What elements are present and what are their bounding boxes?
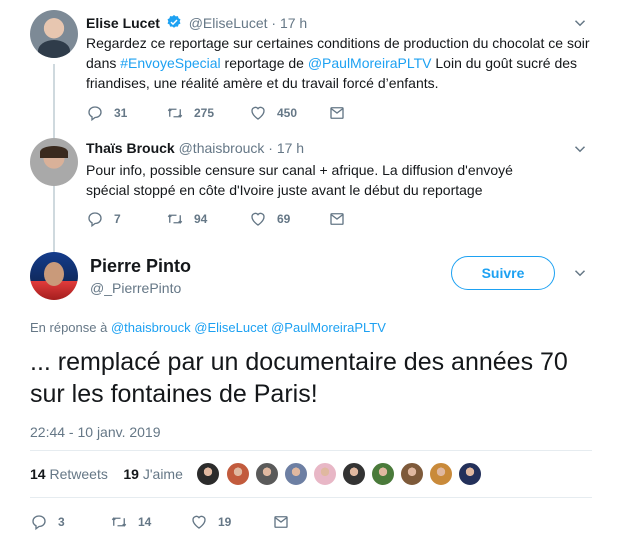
avatar[interactable]	[30, 10, 78, 58]
mention-link[interactable]: @EliseLucet	[194, 320, 267, 335]
tweet-text: Pour info, possible censure sur canal + …	[86, 162, 513, 198]
divider	[30, 450, 592, 451]
retweet-count: 94	[194, 212, 208, 226]
heart-icon	[192, 515, 206, 529]
like-count: 450	[277, 106, 298, 120]
likes-stat-label: J'aime	[142, 466, 183, 482]
like-button[interactable]: 19	[190, 513, 231, 531]
liker-avatar[interactable]	[458, 462, 482, 486]
tweet-time[interactable]: · 17 h	[268, 140, 304, 156]
liker-avatar[interactable]	[429, 462, 453, 486]
verified-badge-icon	[167, 15, 181, 28]
mention-link[interactable]: @PaulMoreiraPLTV	[308, 55, 432, 71]
hashtag-link[interactable]: #EnvoyeSpecial	[120, 55, 220, 71]
reply-count: 7	[114, 212, 121, 226]
engagement-stats: 14 Retweets 19 J'aime	[30, 466, 183, 482]
reply-icon	[88, 106, 102, 122]
reply-icon	[32, 515, 46, 531]
liker-avatar[interactable]	[255, 462, 279, 486]
reply-button[interactable]: 3	[30, 513, 65, 531]
tweet-header: Thaïs Brouck @thaisbrouck · 17 h	[86, 140, 304, 156]
likes-stat[interactable]: 19 J'aime	[123, 466, 183, 482]
reply-icon	[88, 212, 102, 228]
reply-button[interactable]: 7	[86, 210, 121, 228]
retweets-stat[interactable]: 14 Retweets	[30, 466, 108, 482]
liker-avatar[interactable]	[284, 462, 308, 486]
reply-count: 3	[58, 515, 65, 529]
retweet-count: 275	[194, 106, 215, 120]
author-handle[interactable]: @thaisbrouck	[179, 140, 265, 156]
liker-avatar[interactable]	[400, 462, 424, 486]
envelope-icon	[330, 107, 344, 119]
mention-link[interactable]: @thaisbrouck	[111, 320, 191, 335]
chevron-down-icon[interactable]	[571, 140, 589, 158]
message-button[interactable]	[328, 210, 346, 228]
envelope-icon	[330, 213, 344, 225]
heart-icon	[251, 106, 265, 120]
tweet-time[interactable]: · 17 h	[271, 15, 307, 31]
author-handle[interactable]: @_PierrePinto	[90, 280, 181, 296]
retweets-stat-label: Retweets	[49, 466, 108, 482]
heart-icon	[251, 212, 265, 226]
retweet-button[interactable]: 14	[110, 513, 151, 531]
author-handle[interactable]: @EliseLucet	[189, 15, 268, 31]
retweet-count: 14	[138, 515, 152, 529]
like-button[interactable]: 69	[249, 210, 290, 228]
like-count: 19	[218, 515, 232, 529]
follow-button[interactable]: Suivre	[451, 256, 555, 290]
retweet-icon	[167, 214, 183, 224]
message-button[interactable]	[272, 513, 290, 531]
envelope-icon	[274, 516, 288, 528]
retweet-icon	[111, 517, 127, 527]
like-count: 69	[277, 212, 291, 226]
divider	[30, 497, 592, 498]
reply-button[interactable]: 31	[86, 104, 127, 122]
tweet-header: Elise Lucet @EliseLucet · 17 h	[86, 14, 307, 31]
liker-avatar[interactable]	[196, 462, 220, 486]
avatar[interactable]	[30, 138, 78, 186]
tweet-text: Regardez ce reportage sur certaines cond…	[86, 33, 592, 93]
reply-prefix: En réponse à	[30, 320, 108, 335]
mention-link[interactable]: @PaulMoreiraPLTV	[271, 320, 386, 335]
avatar[interactable]	[30, 252, 78, 300]
like-button[interactable]: 450	[249, 104, 297, 122]
liker-avatar[interactable]	[342, 462, 366, 486]
tweet-timestamp[interactable]: 22:44 - 10 janv. 2019	[30, 424, 161, 440]
likes-stat-count: 19	[123, 466, 139, 482]
retweet-button[interactable]: 275	[166, 104, 214, 122]
author-name[interactable]: Elise Lucet	[86, 15, 160, 31]
retweets-stat-count: 14	[30, 466, 46, 482]
chevron-down-icon[interactable]	[571, 264, 589, 282]
message-button[interactable]	[328, 104, 346, 122]
liker-avatar[interactable]	[226, 462, 250, 486]
tweet-text-part: reportage de	[220, 55, 308, 71]
retweet-icon	[167, 108, 183, 118]
author-name[interactable]: Thaïs Brouck	[86, 140, 175, 156]
liker-avatar[interactable]	[371, 462, 395, 486]
retweet-button[interactable]: 94	[166, 210, 207, 228]
reply-count: 31	[114, 106, 128, 120]
chevron-down-icon[interactable]	[571, 14, 589, 32]
tweet-text: ... remplacé par un documentaire des ann…	[30, 348, 568, 408]
reply-context: En réponse à @thaisbrouck @EliseLucet @P…	[30, 320, 386, 335]
author-name[interactable]: Pierre Pinto	[90, 256, 191, 277]
liker-avatar[interactable]	[313, 462, 337, 486]
